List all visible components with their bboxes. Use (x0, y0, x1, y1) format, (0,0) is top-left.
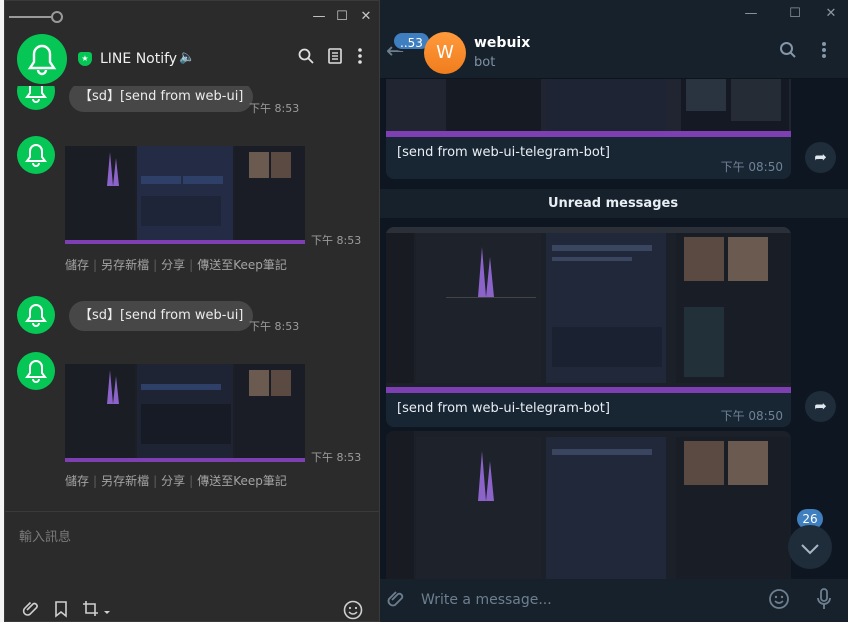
more-menu-icon[interactable] (812, 41, 836, 65)
message-list[interactable]: 【sd】[send from web-ui] 下午 8:53 下午 8:53 儲… (5, 86, 379, 506)
image-message[interactable] (65, 146, 305, 244)
chat-header: ← ..53 W webuix bot (378, 27, 848, 79)
message-time: 下午 8:53 (311, 234, 362, 247)
chat-name[interactable]: webuix (474, 35, 530, 51)
minimize-button[interactable]: — (309, 7, 329, 27)
sender-avatar[interactable] (17, 352, 55, 390)
share-action[interactable]: 分享 (161, 474, 185, 488)
chat-status: bot (474, 55, 496, 70)
bell-icon[interactable] (17, 34, 67, 84)
message-time: 下午 08:50 (720, 409, 783, 423)
scroll-down-button[interactable] (788, 525, 832, 569)
minimize-button[interactable]: — (738, 4, 764, 24)
speaker-icon: 🔈 (179, 50, 196, 65)
message-time: 下午 8:53 (311, 451, 362, 464)
send-to-keep-action[interactable]: 傳送至Keep筆記 (197, 258, 287, 272)
microphone-icon[interactable] (812, 588, 836, 612)
opacity-slider-handle[interactable] (51, 11, 63, 23)
maximize-button[interactable]: ☐ (332, 7, 352, 27)
telegram-window: — ☐ ✕ ← ..53 W webuix bot [send from web… (378, 0, 848, 622)
save-action[interactable]: 儲存 (65, 474, 89, 488)
save-as-action[interactable]: 另存新檔 (101, 474, 149, 488)
unread-divider: Unread messages (378, 189, 848, 218)
message-time: 下午 8:53 (249, 320, 300, 333)
crop-screenshot-icon[interactable] (81, 600, 113, 620)
notes-icon[interactable] (324, 48, 346, 70)
sender-avatar[interactable] (17, 86, 55, 110)
chat-avatar[interactable]: W (424, 32, 466, 74)
telegram-titlebar: — ☐ ✕ (378, 0, 848, 27)
message-input[interactable]: 輸入訊息 (19, 526, 71, 545)
sender-avatar[interactable] (17, 136, 55, 174)
bookmark-icon[interactable] (51, 600, 71, 620)
share-action[interactable]: 分享 (161, 258, 185, 272)
attach-icon[interactable] (384, 589, 408, 613)
compose-area: 輸入訊息 (5, 511, 379, 621)
line-titlebar: — ☐ ✕ (5, 1, 379, 34)
message-input[interactable]: Write a message... (421, 592, 552, 608)
text-bubble[interactable]: 【sd】[send from web-ui] (69, 301, 254, 331)
photo-message[interactable]: [send from web-ui-telegram-bot] 下午 08:50 (386, 79, 791, 179)
photo-preview[interactable] (386, 431, 791, 579)
photo-message[interactable]: [send from web-ui-telegram-bot] 下午 08:50 (386, 227, 791, 427)
search-icon[interactable] (295, 48, 317, 70)
search-icon[interactable] (776, 41, 800, 65)
image-actions: 儲存 | 另存新檔 | 分享 | 傳送至Keep筆記 (65, 474, 287, 488)
desktop: — ☐ ✕ ← ..53 W webuix bot [send from web… (0, 0, 848, 622)
photo-message[interactable] (386, 431, 791, 579)
text-bubble[interactable]: 【sd】[send from web-ui] (69, 86, 254, 112)
chat-title[interactable]: LINE Notify (100, 51, 177, 67)
photo-preview[interactable] (386, 79, 791, 137)
message-caption: [send from web-ui-telegram-bot] (397, 401, 610, 416)
close-button[interactable]: ✕ (818, 4, 844, 24)
sender-avatar[interactable] (17, 296, 55, 334)
attach-icon[interactable] (21, 600, 41, 620)
message-caption: [send from web-ui-telegram-bot] (397, 145, 610, 160)
message-time: 下午 08:50 (720, 160, 783, 174)
emoji-icon[interactable] (768, 588, 792, 612)
chat-header: ★ LINE Notify 🔈 (5, 34, 379, 86)
close-button[interactable]: ✕ (356, 7, 376, 27)
message-time: 下午 8:53 (249, 102, 300, 115)
emoji-icon[interactable] (343, 600, 363, 620)
compose-bar: Write a message... (378, 579, 848, 622)
more-menu-icon[interactable] (349, 48, 371, 70)
send-to-keep-action[interactable]: 傳送至Keep筆記 (197, 474, 287, 488)
forward-icon[interactable]: ➦ (805, 391, 836, 422)
save-as-action[interactable]: 另存新檔 (101, 258, 149, 272)
forward-icon[interactable]: ➦ (805, 142, 836, 173)
line-window: — ☐ ✕ ★ LINE Notify 🔈 【sd】[send from web… (4, 0, 380, 622)
official-shield-icon: ★ (78, 52, 92, 66)
image-actions: 儲存 | 另存新檔 | 分享 | 傳送至Keep筆記 (65, 258, 287, 272)
maximize-button[interactable]: ☐ (782, 4, 808, 24)
save-action[interactable]: 儲存 (65, 258, 89, 272)
image-message[interactable] (65, 364, 305, 462)
photo-preview[interactable] (386, 227, 791, 393)
message-list[interactable]: [send from web-ui-telegram-bot] 下午 08:50… (378, 79, 848, 579)
